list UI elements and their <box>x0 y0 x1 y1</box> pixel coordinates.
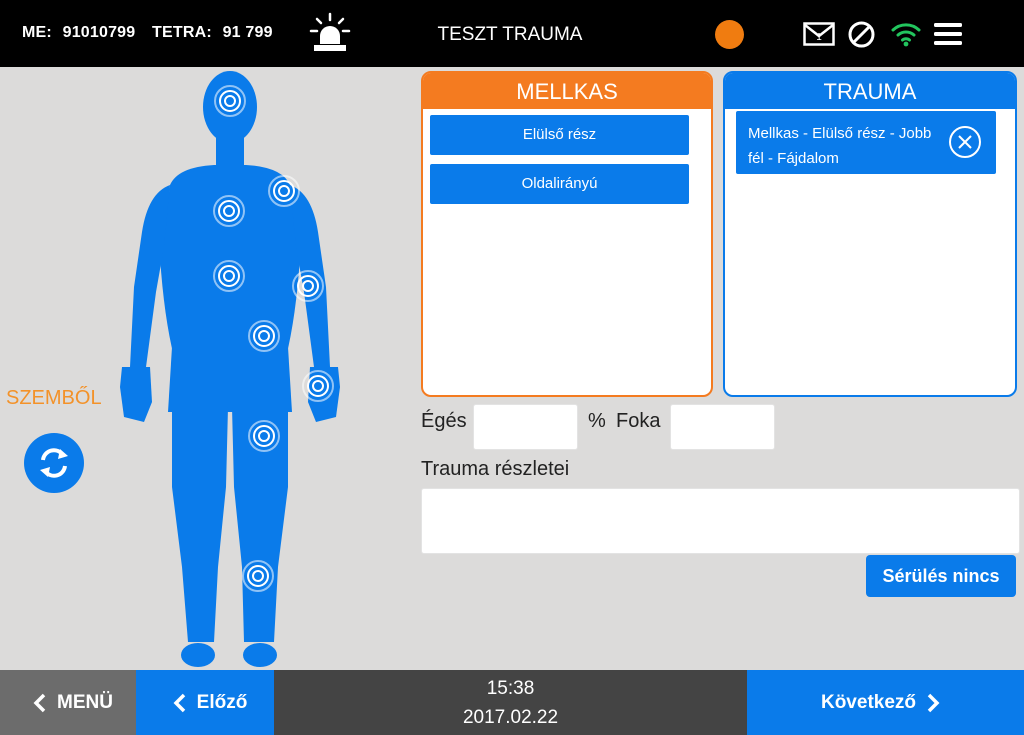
clock: 15:38 2017.02.22 <box>274 670 747 735</box>
clock-date: 2017.02.22 <box>462 706 559 728</box>
chevron-left-icon <box>173 693 185 712</box>
no-injury-button[interactable]: Sérülés nincs <box>866 555 1016 597</box>
mail-icon[interactable]: 1 <box>803 22 835 46</box>
next-label: Következő <box>820 691 917 713</box>
rotate-view-button[interactable] <box>24 433 84 493</box>
siren-icon[interactable] <box>308 12 352 54</box>
message-count: 1 <box>816 32 822 43</box>
trauma-list-item: Mellkas - Elülső rész - Jobb fél - Fájda… <box>736 111 996 174</box>
body-diagram-area: SZEMBŐL <box>0 67 415 670</box>
trauma-panel: TRAUMA Mellkas - Elülső rész - Jobb fél … <box>723 71 1017 397</box>
wifi-icon[interactable] <box>890 20 922 48</box>
remove-trauma-icon[interactable] <box>948 125 982 159</box>
trauma-panel-title: TRAUMA <box>725 73 1015 109</box>
menu-button[interactable]: MENÜ <box>0 670 136 735</box>
status-indicator[interactable] <box>715 20 744 49</box>
degree-label: Foka <box>616 410 661 432</box>
block-icon[interactable] <box>847 20 876 49</box>
clock-time: 15:38 <box>486 677 535 699</box>
previous-button[interactable]: Előző <box>136 670 274 735</box>
tetra-label: TETRA: <box>152 24 212 41</box>
rotate-icon <box>40 448 68 478</box>
chevron-left-icon <box>33 693 46 712</box>
top-bar: ME: 91010799 TETRA: 91 799 TESZT TRAUMA … <box>0 0 1024 67</box>
category-panel-title: MELLKAS <box>423 73 711 109</box>
previous-label: Előző <box>196 691 248 713</box>
burn-percent-input[interactable] <box>473 404 578 450</box>
me-label: ME: <box>22 24 52 41</box>
chevron-right-icon <box>927 693 940 712</box>
next-button[interactable]: Következő <box>747 670 1024 735</box>
tetra-value: 91 799 <box>222 24 273 41</box>
hamburger-menu-icon[interactable] <box>933 22 963 46</box>
category-panel: MELLKAS Elülső rész Oldalirányú <box>421 71 713 397</box>
trauma-item-text: Mellkas - Elülső rész - Jobb fél - Fájda… <box>748 125 932 167</box>
page-title: TESZT TRAUMA <box>437 24 583 45</box>
option-lateral-button[interactable]: Oldalirányú <box>430 164 689 204</box>
burn-degree-input[interactable] <box>670 404 775 450</box>
burn-label: Égés <box>421 410 467 432</box>
option-front-button[interactable]: Elülső rész <box>430 115 689 155</box>
me-value: 91010799 <box>62 24 136 41</box>
trauma-details-input[interactable] <box>421 488 1020 554</box>
bottom-bar: MENÜ Előző 15:38 2017.02.22 Következő <box>0 670 1024 735</box>
view-label: SZEMBŐL <box>6 387 102 409</box>
human-body-figure <box>120 71 340 667</box>
details-label: Trauma részletei <box>421 458 570 480</box>
percent-label: % <box>588 410 606 432</box>
unit-ids: ME: 91010799 TETRA: 91 799 <box>22 24 279 42</box>
menu-label: MENÜ <box>57 691 113 713</box>
